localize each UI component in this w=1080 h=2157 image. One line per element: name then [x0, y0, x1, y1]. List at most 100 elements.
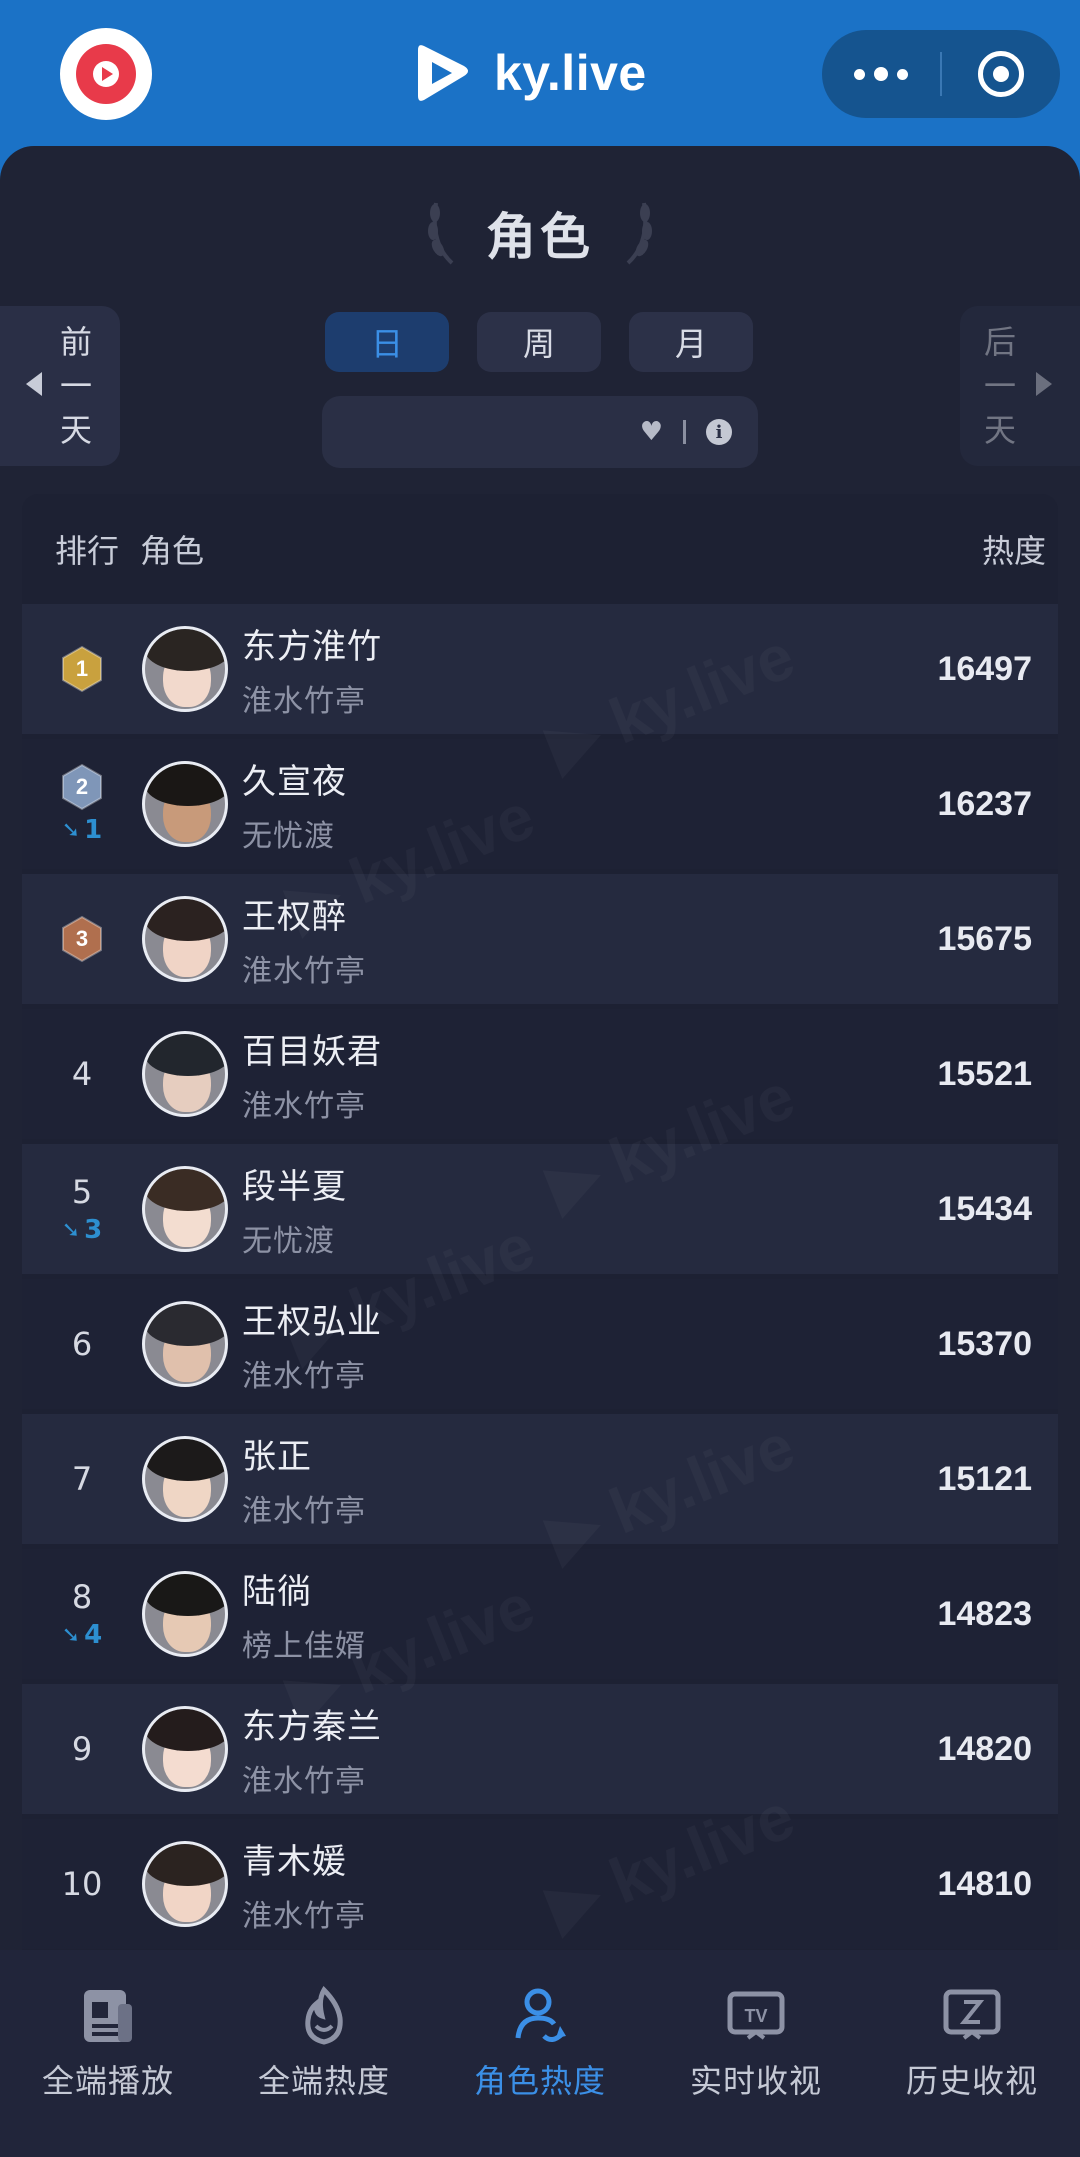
table-row[interactable]: 10 青木媛 淮水竹亭 14810 — [22, 1819, 1058, 1949]
avatar — [142, 761, 228, 847]
heat-value: 16237 — [937, 784, 1032, 823]
role-cell: 东方秦兰 淮水竹亭 — [242, 1699, 878, 1800]
rank-change-value: 4 — [84, 1620, 103, 1650]
next-day-button[interactable]: 后一天 — [960, 306, 1080, 466]
date-selector[interactable]: ♥ i — [322, 396, 758, 468]
heat-value: 15521 — [937, 1054, 1032, 1093]
tab-label: 角色热度 — [473, 2062, 606, 2100]
heat-value: 15370 — [937, 1324, 1032, 1363]
arrow-down-icon: ➘ — [61, 1217, 81, 1243]
table-row[interactable]: 6 王权弘业 淮水竹亭 15370 — [22, 1279, 1058, 1409]
mini-program-capsule — [822, 30, 1060, 118]
table-row[interactable]: 1 东方淮竹 淮水竹亭 16497 — [22, 604, 1058, 734]
dropdown-heart-icon: ♥ — [639, 417, 663, 447]
info-icon[interactable]: i — [706, 419, 732, 445]
rank-change: ➘ 4 — [62, 1620, 103, 1650]
app-logo-button[interactable] — [60, 28, 152, 120]
avatar — [142, 1436, 228, 1522]
page-title: 角色 — [486, 208, 594, 266]
ranking-table: 排行 角色 热度 1 东方淮竹 淮水竹亭 16497 2 ➘ 1 久宣夜 无忧渡 16237 3 王权… — [22, 494, 1058, 2094]
rank-cell: 2 ➘ 1 — [22, 739, 142, 869]
prev-day-button[interactable]: 前一天 — [0, 306, 120, 466]
role-cell: 张正 淮水竹亭 — [242, 1429, 878, 1530]
table-row[interactable]: 2 ➘ 1 久宣夜无忧渡 16237 — [22, 739, 1058, 869]
role-name: 百目妖君 — [242, 1031, 382, 1072]
tab-all-play[interactable]: 全端播放 — [0, 1984, 216, 2157]
tv-icon: TV — [724, 1984, 788, 2048]
rank-medal-icon: 3 — [60, 915, 104, 963]
arrow-down-icon: ➘ — [61, 1622, 81, 1648]
brand: ky.live — [414, 38, 647, 108]
show-name: 淮水竹亭 — [242, 1898, 366, 1934]
avatar — [142, 1031, 228, 1117]
tab-history-ratings[interactable]: 历史收视 — [864, 1984, 1080, 2157]
rank-cell: 3 — [22, 874, 142, 1004]
period-month-tab[interactable]: 月 — [629, 312, 753, 372]
table-row[interactable]: 3 王权醉 淮水竹亭 15675 — [22, 874, 1058, 1004]
heat-value: 14820 — [937, 1729, 1032, 1768]
table-row[interactable]: 9 东方秦兰 淮水竹亭 14820 — [22, 1684, 1058, 1814]
table-row[interactable]: 5 ➘ 3 段半夏 无忧渡 15434 — [22, 1144, 1058, 1274]
rank-cell: 1 — [22, 604, 142, 734]
rank-cell: 10 — [22, 1819, 142, 1949]
arrow-right-icon — [1036, 372, 1052, 396]
rank-cell: 5 ➘ 3 — [22, 1144, 142, 1274]
role-name: 王权弘业 — [242, 1301, 382, 1342]
rank-change: ➘ 1 — [62, 815, 103, 845]
laurel-right-icon — [626, 202, 652, 265]
role-name: 久宣夜 — [242, 761, 347, 802]
role-name: 陆徜 — [242, 1571, 312, 1612]
heat-value: 16497 — [937, 649, 1032, 688]
flame-icon — [292, 1984, 356, 2048]
close-target-icon[interactable] — [942, 30, 1060, 118]
header-role: 角色 — [140, 532, 205, 570]
role-name: 王权醉 — [242, 896, 347, 937]
rank-cell: 9 — [22, 1684, 142, 1814]
role-name: 东方淮竹 — [242, 626, 382, 667]
tab-label: 实时收视 — [689, 2062, 822, 2100]
show-name: 榜上佳婿 — [242, 1628, 366, 1664]
tab-role-heat[interactable]: 角色热度 — [432, 1984, 648, 2157]
arrow-left-icon — [26, 372, 42, 396]
role-cell: 陆徜 榜上佳婿 — [242, 1564, 878, 1665]
rank-number: 2 — [76, 774, 88, 799]
document-icon — [76, 1984, 140, 2048]
period-day-tab[interactable]: 日 — [325, 312, 449, 372]
tab-realtime-ratings[interactable]: TV 实时收视 — [648, 1984, 864, 2157]
role-cell: 王权醉 淮水竹亭 — [242, 889, 878, 990]
period-week-tab[interactable]: 周 — [477, 312, 601, 372]
role-name: 东方秦兰 — [242, 1706, 382, 1747]
brand-logo-icon — [418, 45, 468, 101]
more-icon[interactable] — [822, 30, 940, 118]
heat-value: 14810 — [937, 1864, 1032, 1903]
role-name: 张正 — [242, 1436, 312, 1477]
rank-number: 7 — [71, 1460, 93, 1498]
show-name: 淮水竹亭 — [242, 1088, 366, 1124]
rank-number: 4 — [71, 1055, 93, 1093]
title-area: 角色 — [0, 188, 1080, 278]
heat-value: 14823 — [937, 1594, 1032, 1633]
heat-value: 15121 — [937, 1459, 1032, 1498]
rank-cell: 7 — [22, 1414, 142, 1544]
table-header: 排行 角色 热度 — [22, 494, 1058, 604]
rank-cell: 8 ➘ 4 — [22, 1549, 142, 1679]
header-rank: 排行 — [55, 532, 120, 570]
tab-label: 历史收视 — [905, 2062, 1038, 2100]
table-row[interactable]: 4 百目妖君淮水竹亭 15521 — [22, 1009, 1058, 1139]
rank-medal-icon: 1 — [60, 645, 104, 693]
next-day-label: 后一天 — [983, 323, 1016, 449]
rank-number: 3 — [76, 926, 88, 951]
bottom-tab-bar: 全端播放 全端热度 角色热度 TV 实时收视 历史收视 — [0, 1950, 1080, 2157]
history-tv-icon — [940, 1984, 1004, 2048]
role-cell: 东方淮竹 淮水竹亭 — [242, 619, 878, 720]
avatar — [142, 1571, 228, 1657]
show-name: 无忧渡 — [242, 818, 335, 854]
table-row[interactable]: 7 张正 淮水竹亭 15121 — [22, 1414, 1058, 1544]
table-row[interactable]: 8 ➘ 4 陆徜榜上佳婿 14823 — [22, 1549, 1058, 1679]
avatar — [142, 1841, 228, 1927]
period-tabs: 日 周 月 — [325, 312, 753, 372]
avatar — [142, 1301, 228, 1387]
role-cell: 王权弘业 淮水竹亭 — [242, 1294, 878, 1395]
tab-all-heat[interactable]: 全端热度 — [216, 1984, 432, 2157]
rank-number: 6 — [71, 1325, 93, 1363]
